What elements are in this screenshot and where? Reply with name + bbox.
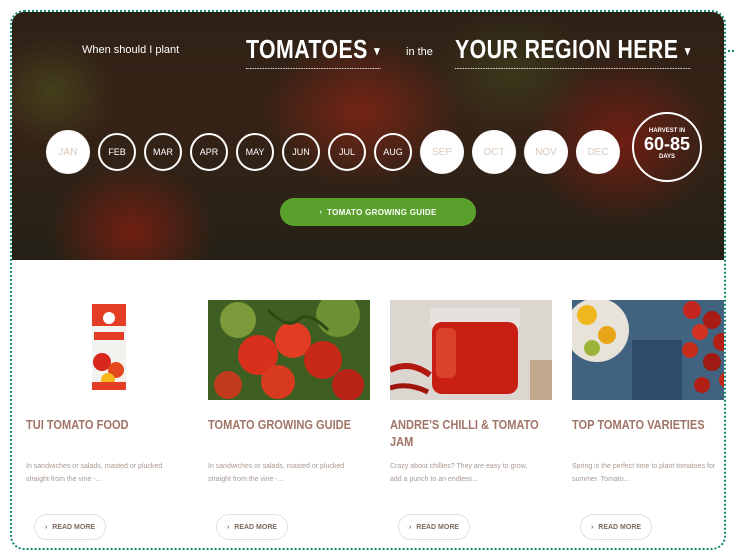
read-more-label: READ MORE	[234, 523, 278, 531]
growing-guide-button-label: TOMATO GROWING GUIDE	[327, 207, 437, 217]
chevron-right-icon: ›	[319, 208, 323, 216]
harvest-badge: HARVEST IN 60-85 DAYS	[632, 112, 702, 182]
region-select-value: YOUR REGION HERE	[455, 34, 679, 64]
region-select[interactable]: YOUR REGION HERE ▾	[455, 34, 691, 69]
article-card[interactable]: TUI TOMATO FOOD In sandwiches or salads,…	[26, 300, 188, 548]
month-aug[interactable]: AUG	[374, 133, 412, 171]
card-title: TOMATO GROWING GUIDE	[208, 417, 352, 432]
month-jun[interactable]: JUN	[282, 133, 320, 171]
article-card[interactable]: TOMATO GROWING GUIDE In sandwiches or sa…	[208, 300, 370, 548]
month-may[interactable]: MAY	[236, 133, 274, 171]
chilli-jam-jar-image	[390, 300, 552, 400]
month-sep[interactable]: SEP	[420, 130, 464, 174]
article-cards: TUI TOMATO FOOD In sandwiches or salads,…	[26, 300, 724, 548]
growing-guide-button[interactable]: › TOMATO GROWING GUIDE	[280, 198, 476, 226]
chevron-down-icon: ▾	[374, 43, 381, 59]
month-jul[interactable]: JUL	[328, 133, 366, 171]
hero-banner: When should I plant TOMATOES ▾ in the YOU…	[12, 12, 724, 260]
article-card[interactable]: ANDRE'S CHILLI & TOMATO JAM Crazy about …	[390, 300, 552, 548]
read-more-button[interactable]: › READ MORE	[398, 514, 470, 540]
month-feb[interactable]: FEB	[98, 133, 136, 171]
month-selector: JAN FEB MAR APR MAY JUN JUL AUG SEP OCT …	[46, 130, 620, 174]
question-label: When should I plant	[82, 44, 180, 56]
month-nov[interactable]: NOV	[524, 130, 568, 174]
card-title: TOP TOMATO VARIETIES	[572, 417, 705, 432]
card-description: Spring is the perfect time to plant toma…	[572, 463, 716, 483]
month-dec[interactable]: DEC	[576, 130, 620, 174]
crop-select[interactable]: TOMATOES ▾	[246, 34, 381, 69]
tomato-varieties-image	[572, 300, 724, 400]
chevron-right-icon: ›	[590, 523, 594, 531]
planting-widget: When should I plant TOMATOES ▾ in the YOU…	[10, 10, 726, 550]
tomatoes-on-vine-image	[208, 300, 370, 400]
read-more-button[interactable]: › READ MORE	[216, 514, 288, 540]
card-description: Crazy about chillies? They are easy to g…	[390, 463, 528, 483]
card-title: ANDRE'S CHILLI & TOMATO JAM	[390, 417, 539, 449]
in-the-label: in the	[406, 46, 433, 58]
read-more-label: READ MORE	[416, 523, 460, 531]
article-card[interactable]: TOP TOMATO VARIETIES Spring is the perfe…	[572, 300, 724, 548]
month-jan[interactable]: JAN	[46, 130, 90, 174]
month-oct[interactable]: OCT	[472, 130, 516, 174]
chevron-right-icon: ›	[44, 523, 48, 531]
read-more-button[interactable]: › READ MORE	[580, 514, 652, 540]
card-description: In sandwiches or salads, roasted or pluc…	[208, 463, 345, 483]
harvest-unit: DAYS	[658, 154, 676, 160]
month-mar[interactable]: MAR	[144, 133, 182, 171]
read-more-label: READ MORE	[52, 523, 96, 531]
crop-select-value: TOMATOES	[246, 34, 368, 64]
card-title: TUI TOMATO FOOD	[26, 417, 129, 432]
card-description: In sandwiches or salads, roasted or pluc…	[26, 463, 163, 483]
chevron-right-icon: ›	[226, 523, 230, 531]
harvest-days-value: 60-85	[643, 134, 691, 154]
tomato-food-bag-image	[26, 300, 188, 400]
chevron-down-icon: ▾	[684, 43, 691, 59]
read-more-label: READ MORE	[598, 523, 642, 531]
read-more-button[interactable]: › READ MORE	[34, 514, 106, 540]
month-apr[interactable]: APR	[190, 133, 228, 171]
chevron-right-icon: ›	[408, 523, 412, 531]
